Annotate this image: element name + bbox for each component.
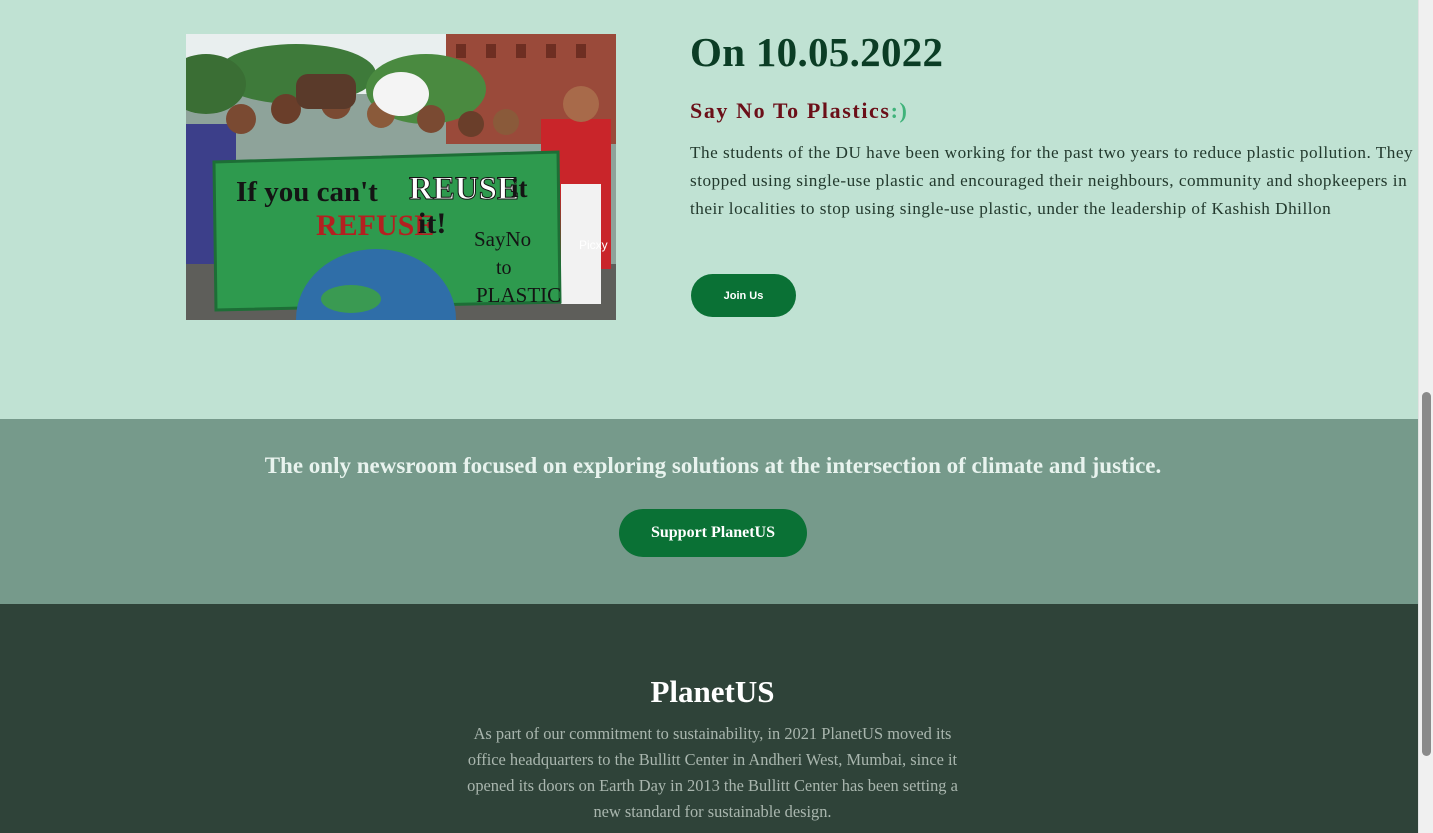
footer-brand-title: PlanetUS (650, 674, 775, 709)
support-banner: The only newsroom focused on exploring s… (0, 419, 1418, 604)
banner-text-line1-c: it (511, 173, 528, 203)
banner-text-line2-a: REFUSE (316, 209, 434, 242)
banner-text-line1-b: REUSE (409, 171, 519, 207)
event-photo: If you can't REUSE it REFUSE it! SayNo t… (186, 34, 616, 320)
event-title: On 10.05.2022 (690, 29, 944, 75)
footer: PlanetUS As part of our commitment to su… (0, 604, 1418, 833)
banner-text-side-2: to (496, 257, 512, 279)
banner-text-line2-b: it! (418, 207, 446, 240)
banner-text-line1-a: If you can't (236, 176, 378, 208)
support-planetus-button[interactable]: Support PlanetUS (619, 509, 807, 557)
banner-text-side-1: SayNo (474, 227, 531, 251)
protest-photo-image: If you can't REUSE it REFUSE it! SayNo t… (186, 34, 616, 320)
event-subtitle: Say No To Plastics:) (690, 98, 908, 124)
photo-watermark: Picxy (579, 238, 608, 252)
event-subtitle-text: Say No To Plastics (690, 98, 891, 123)
banner-text-side-3: PLASTIC (476, 283, 561, 307)
vertical-scrollbar[interactable] (1418, 0, 1433, 833)
join-us-button[interactable]: Join Us (691, 274, 796, 317)
support-tagline: The only newsroom focused on exploring s… (264, 453, 1162, 478)
event-description: The students of the DU have been working… (690, 143, 1414, 218)
scrollbar-thumb[interactable] (1422, 392, 1431, 756)
event-section: If you can't REUSE it REFUSE it! SayNo t… (0, 0, 1418, 419)
footer-description: As part of our commitment to sustainabil… (467, 724, 958, 821)
smiley-emoticon: :) (890, 98, 909, 123)
